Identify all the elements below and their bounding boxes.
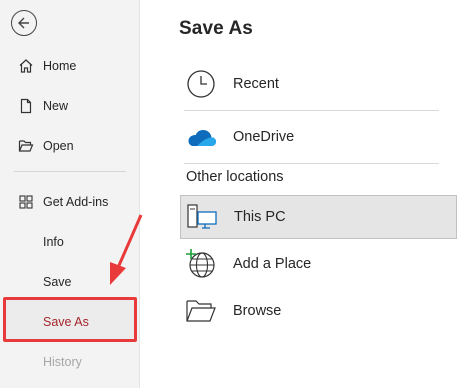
location-recent[interactable]: Recent: [180, 62, 457, 106]
location-divider: [184, 163, 439, 164]
onedrive-cloud-icon: [184, 120, 218, 154]
page-title: Save As: [179, 18, 253, 39]
globe-add-icon: [184, 247, 218, 281]
other-locations-header: Other locations: [186, 169, 284, 185]
location-onedrive[interactable]: OneDrive: [180, 115, 457, 159]
location-label: Recent: [233, 76, 279, 92]
location-add-a-place[interactable]: Add a Place: [180, 242, 457, 286]
location-label: Add a Place: [233, 256, 312, 272]
clock-icon: [184, 67, 218, 101]
computer-icon: [185, 200, 219, 234]
folder-icon: [184, 294, 218, 328]
location-divider: [184, 110, 439, 111]
location-label: This PC: [234, 209, 286, 225]
location-label: Browse: [233, 303, 282, 319]
location-browse[interactable]: Browse: [180, 289, 457, 333]
location-this-pc[interactable]: This PC: [180, 195, 457, 239]
location-label: OneDrive: [233, 129, 295, 145]
